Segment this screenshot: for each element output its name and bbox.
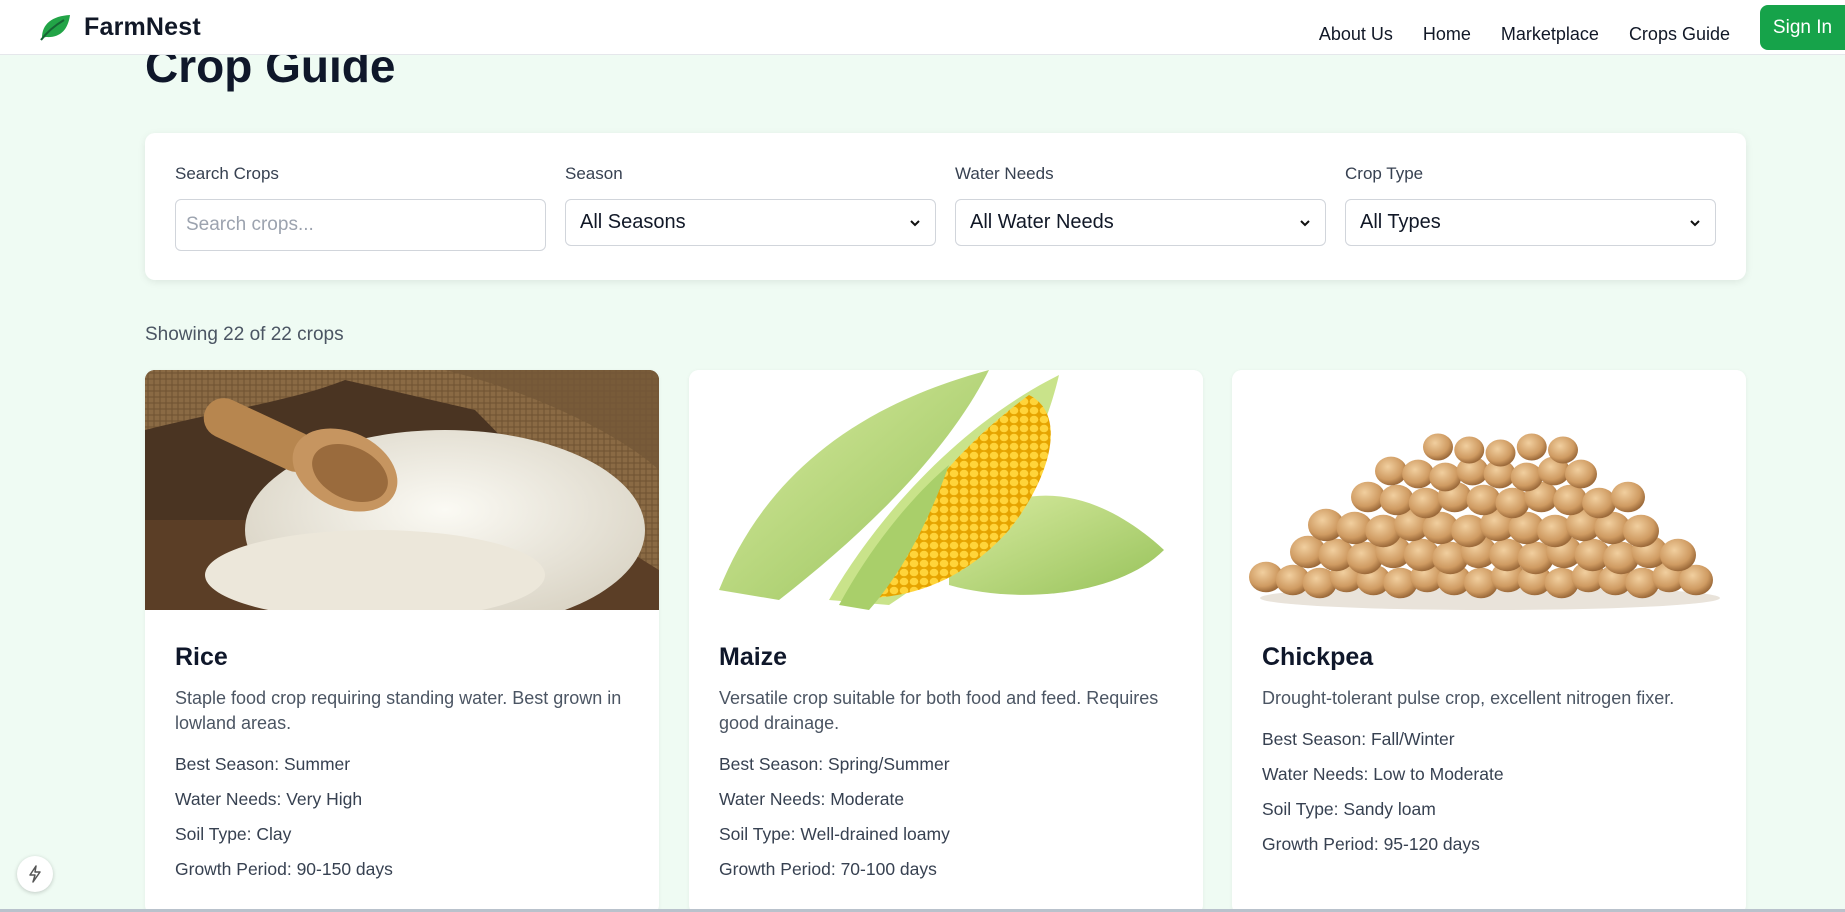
crop-card-rice[interactable]: Rice Staple food crop requiring standing… <box>145 370 659 912</box>
crop-water-needs: Water Needs: Low to Moderate <box>1262 764 1504 784</box>
chickpea-image <box>1232 370 1746 610</box>
results-count: Showing 22 of 22 crops <box>145 324 344 345</box>
chickpea-shape <box>1582 487 1617 519</box>
water-filter: Water Needs All Water Needs <box>955 164 1326 246</box>
crop-description: Drought-tolerant pulse crop, excellent n… <box>1262 688 1675 708</box>
chickpea-shape <box>1553 484 1588 516</box>
crop-soil-type: Soil Type: Well-drained loamy <box>719 824 950 844</box>
water-label: Water Needs <box>955 164 1054 183</box>
chickpea-shape <box>1510 462 1543 492</box>
chickpea-shape <box>1423 433 1453 461</box>
chevron-down-icon <box>1300 219 1310 226</box>
chickpea-pile-photo <box>1232 370 1746 610</box>
chevron-down-icon <box>1690 219 1700 226</box>
chickpea-shape <box>1429 462 1462 492</box>
chickpea-shape <box>1548 436 1578 464</box>
chickpea-shape <box>1623 514 1659 548</box>
nav-crops-guide[interactable]: Crops Guide <box>1629 23 1730 45</box>
crop-description: Staple food crop requiring standing wate… <box>175 688 622 733</box>
filter-panel: Search Crops Season All Seasons Water Ne… <box>145 133 1746 280</box>
rice-sack-photo <box>145 370 659 610</box>
crop-card-chickpea[interactable]: Chickpea Drought-tolerant pulse crop, ex… <box>1232 370 1746 912</box>
crop-name: Maize <box>719 643 788 671</box>
brand-name: FarmNest <box>84 12 201 41</box>
rice-image <box>145 370 659 610</box>
crop-growth-period: Growth Period: 95-120 days <box>1262 834 1480 854</box>
search-input[interactable] <box>175 199 546 251</box>
top-navbar: FarmNest About Us Home Marketplace Crops… <box>0 0 1845 55</box>
chickpea-shape <box>1375 456 1407 486</box>
type-selected-value: All Types <box>1360 211 1441 233</box>
crop-season: Best Season: Spring/Summer <box>719 754 950 774</box>
chickpea-shape <box>1466 484 1501 516</box>
chickpea-shape <box>1408 487 1443 519</box>
crop-water-needs: Water Needs: Very High <box>175 789 363 809</box>
maize-image <box>689 370 1203 610</box>
brand[interactable]: FarmNest <box>38 12 201 42</box>
crop-water-needs: Water Needs: Moderate <box>719 789 905 809</box>
crop-season: Best Season: Fall/Winter <box>1262 729 1455 749</box>
season-label: Season <box>565 164 623 183</box>
chickpea-shape <box>1402 459 1435 489</box>
chickpea-shape <box>1660 538 1696 572</box>
season-select[interactable]: All Seasons <box>565 199 936 246</box>
crop-growth-period: Growth Period: 90-150 days <box>175 859 393 879</box>
lightning-icon[interactable] <box>17 856 53 892</box>
crop-soil-type: Soil Type: Clay <box>175 824 292 844</box>
chickpea-shape <box>1379 484 1414 516</box>
leaf-logo-icon <box>40 15 70 41</box>
chickpea-shape <box>1454 436 1485 464</box>
chickpea-shape <box>1516 433 1547 461</box>
water-select[interactable]: All Water Needs <box>955 199 1326 246</box>
water-selected-value: All Water Needs <box>970 211 1114 233</box>
sign-in-button[interactable]: Sign In <box>1760 5 1845 50</box>
chickpea-shape <box>1611 481 1645 513</box>
search-label: Search Crops <box>175 164 279 183</box>
nav-about-us[interactable]: About Us <box>1319 23 1393 45</box>
season-selected-value: All Seasons <box>580 211 686 233</box>
chickpea-shape <box>1495 487 1530 519</box>
chickpea-shape <box>1485 439 1516 467</box>
crop-card-maize[interactable]: Maize Versatile crop suitable for both f… <box>689 370 1203 912</box>
chickpea-shape <box>1565 459 1597 489</box>
nav-marketplace[interactable]: Marketplace <box>1501 23 1599 45</box>
chevron-down-icon <box>910 219 920 226</box>
type-filter: Crop Type All Types <box>1345 164 1716 246</box>
search-filter: Search Crops <box>175 164 546 251</box>
type-select[interactable]: All Types <box>1345 199 1716 246</box>
bolt-icon <box>29 865 41 883</box>
season-filter: Season All Seasons <box>565 164 936 246</box>
crop-growth-period: Growth Period: 70-100 days <box>719 859 937 879</box>
nav-home[interactable]: Home <box>1423 23 1471 45</box>
crop-name: Rice <box>175 643 228 671</box>
corn-cob-photo <box>689 370 1203 610</box>
crop-name: Chickpea <box>1262 643 1374 671</box>
chickpea-shape <box>1351 481 1385 513</box>
type-label: Crop Type <box>1345 164 1424 183</box>
main-nav: About Us Home Marketplace Crops Guide Si… <box>1319 5 1845 50</box>
crop-soil-type: Soil Type: Sandy loam <box>1262 799 1436 819</box>
crop-description: Versatile crop suitable for both food an… <box>719 688 1159 733</box>
crop-season: Best Season: Summer <box>175 754 351 774</box>
